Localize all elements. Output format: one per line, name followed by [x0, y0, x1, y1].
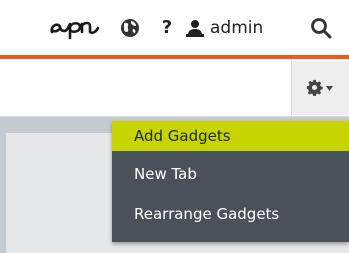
- caret-down-icon: [326, 86, 333, 91]
- episerver-logo-icon[interactable]: [48, 14, 104, 42]
- help-button[interactable]: ?: [158, 14, 176, 42]
- username-label: admin: [210, 18, 264, 38]
- top-navigation-bar: ? admin: [0, 0, 349, 55]
- globe-icon[interactable]: [120, 18, 140, 38]
- user-menu-button[interactable]: admin: [186, 14, 263, 42]
- menu-item-rearrange-gadgets[interactable]: Rearrange Gadgets: [112, 199, 349, 229]
- menu-item-new-tab[interactable]: New Tab: [112, 159, 349, 189]
- menu-item-add-gadgets[interactable]: Add Gadgets: [112, 121, 349, 151]
- gear-icon: [306, 79, 323, 96]
- user-icon: [186, 20, 204, 37]
- dashboard-settings-button[interactable]: [291, 61, 349, 115]
- search-icon[interactable]: [310, 17, 332, 39]
- dashboard-settings-menu: Add Gadgets New Tab Rearrange Gadgets: [112, 121, 349, 242]
